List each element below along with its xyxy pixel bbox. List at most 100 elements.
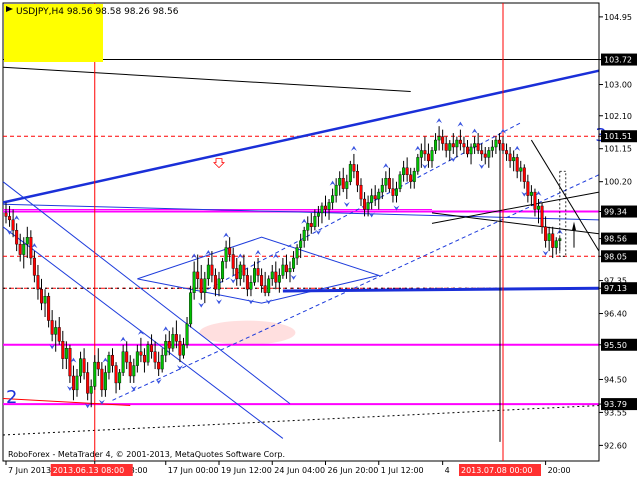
candle-body — [476, 143, 480, 151]
candle-body — [185, 323, 189, 345]
candle-body — [114, 365, 118, 384]
candle-body — [75, 375, 79, 391]
candle-body — [277, 275, 281, 283]
candle-body — [377, 191, 381, 200]
time-tick-label: 1 Jul 12:00 — [381, 466, 424, 475]
time-tick-label: 4 — [445, 466, 450, 475]
chart-root: 32 104.95103.72103.00102.10101.51101.151… — [0, 0, 640, 480]
candle-body — [366, 202, 370, 210]
candle-body — [299, 240, 303, 248]
price-tick-label: 98.56 — [604, 235, 627, 244]
time-tick-label: 26 Jun 20:00 — [328, 466, 379, 475]
candle-body — [228, 247, 232, 255]
price-tick-label: 102.10 — [604, 112, 632, 121]
candle-body — [18, 243, 22, 255]
candle-body — [480, 150, 484, 155]
candle-body — [213, 275, 217, 290]
candle-body — [441, 136, 445, 144]
candle-body — [345, 181, 349, 189]
candle-body — [370, 195, 374, 203]
candle-body — [430, 150, 434, 162]
candle-body — [40, 289, 44, 304]
candle-body — [203, 278, 207, 293]
candle-body — [309, 223, 313, 227]
candle — [221, 258, 225, 283]
time-tick-label: 20:00 — [548, 466, 571, 475]
candle-body — [508, 153, 512, 162]
candle-body — [519, 167, 523, 172]
candle-body — [206, 264, 210, 280]
candle-body — [142, 354, 146, 363]
price-tick-label: 101.15 — [604, 145, 632, 154]
candle-body — [409, 174, 413, 182]
candle-body — [458, 139, 462, 144]
candle-body — [355, 171, 359, 186]
candle-body — [487, 150, 491, 158]
candle-body — [522, 167, 526, 182]
candle-body — [270, 271, 274, 280]
candle-body — [103, 372, 107, 391]
candle-body — [292, 257, 296, 269]
candle-body — [533, 191, 537, 210]
candle-body — [64, 348, 68, 359]
candle-body — [444, 143, 448, 151]
candle-body — [132, 365, 136, 377]
candle-body — [359, 184, 363, 200]
candle-body — [96, 361, 100, 370]
candle-body — [380, 184, 384, 193]
candle-body — [125, 351, 129, 363]
candle-body — [412, 171, 416, 182]
time-tick-label: 19 Jun 12:00 — [221, 466, 272, 475]
price-tick-label: 99.34 — [604, 208, 627, 217]
candle-body — [178, 341, 182, 356]
candle-body — [221, 261, 225, 280]
candle-body — [544, 226, 548, 241]
wave-label-2: 2 — [6, 387, 17, 408]
candle-body — [224, 247, 228, 262]
candle-body — [324, 205, 328, 210]
price-tick-label: 97.13 — [604, 284, 627, 293]
candle-body — [217, 278, 221, 290]
candle-body — [199, 278, 203, 293]
candle-body — [189, 292, 193, 325]
candle-body — [47, 295, 51, 321]
candle-body — [196, 271, 200, 280]
candle-body — [260, 275, 264, 286]
candle-body — [263, 285, 267, 293]
candle-body — [313, 216, 317, 227]
candle-body — [473, 143, 477, 148]
candle-body — [89, 386, 93, 394]
candle-body — [327, 202, 331, 210]
time-tick-label: 7 Jun 2013 — [8, 466, 51, 475]
candle-body — [387, 178, 391, 189]
candle-body — [235, 268, 239, 280]
candle-body — [79, 358, 83, 377]
candle-body — [150, 344, 154, 352]
candle-body — [338, 178, 342, 186]
candle-body — [15, 230, 19, 245]
candle-body — [174, 334, 178, 342]
price-tick-label: 104.95 — [604, 13, 632, 22]
background-annotations — [199, 320, 296, 345]
candle-body — [210, 264, 214, 276]
candle-body — [281, 264, 285, 276]
candle-body — [288, 268, 292, 273]
candle-body — [416, 157, 420, 172]
candle-body — [469, 146, 473, 155]
candle-body — [181, 344, 185, 356]
candle-body — [4, 212, 8, 217]
candle — [348, 160, 352, 186]
candle-body — [100, 368, 104, 391]
candle — [146, 341, 150, 366]
price-tick-label: 96.40 — [604, 310, 627, 319]
candle-body — [128, 361, 132, 377]
candle-body — [526, 181, 530, 196]
candle-body — [373, 195, 377, 200]
candle-body — [331, 195, 335, 203]
candle-body — [164, 341, 168, 356]
candle-body — [43, 295, 47, 304]
price-tick-label: 93.55 — [604, 408, 627, 417]
candle-body — [363, 198, 367, 210]
candle-body — [110, 354, 114, 366]
candle-body — [515, 157, 519, 172]
